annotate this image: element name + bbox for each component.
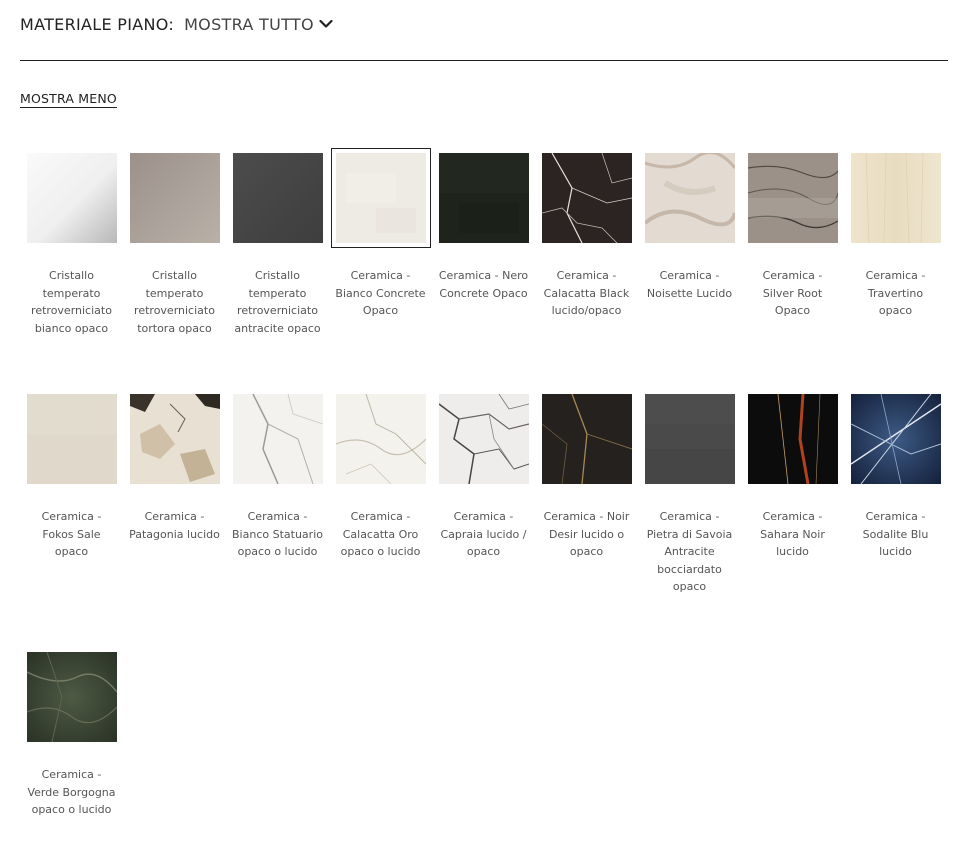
material-card[interactable]: Ceramica - Verde Borgogna opaco o lucido — [20, 645, 123, 855]
material-card[interactable]: Ceramica - Bianco Statuario opaco o luci… — [226, 387, 329, 645]
filter-label: MATERIALE PIANO: — [20, 14, 175, 34]
filter-selected-value: MOSTRA TUTTO — [184, 14, 314, 34]
header-divider — [20, 60, 948, 61]
material-card[interactable]: Ceramica - Pietra di Savoia Antracite bo… — [638, 387, 741, 645]
swatch-frame — [846, 148, 946, 248]
materials-grid: Cristallo temperato retroverniciato bian… — [20, 146, 950, 855]
taupe-glass-swatch — [129, 153, 220, 243]
material-label: Ceramica - Sodalite Blu lucido — [862, 510, 929, 559]
material-label: Ceramica - Verde Borgogna opaco o lucido — [27, 768, 116, 817]
material-label: Cristallo temperato retroverniciato bian… — [31, 269, 112, 335]
pietra-savoia-swatch — [644, 394, 735, 484]
material-label: Cristallo temperato retroverniciato tort… — [134, 269, 215, 335]
material-card[interactable]: Ceramica - Noir Desir lucido o opaco — [535, 387, 638, 645]
swatch-frame — [22, 389, 122, 489]
show-less-link[interactable]: MOSTRA MENO — [20, 91, 117, 108]
swatch-frame — [537, 389, 637, 489]
material-label: Ceramica - Bianco Concrete Opaco — [335, 269, 426, 318]
patagonia-swatch — [129, 394, 220, 484]
swatch-frame — [228, 389, 328, 489]
fokos-sale-swatch — [26, 394, 117, 484]
swatch-frame — [434, 148, 534, 248]
swatch-frame — [846, 389, 946, 489]
material-label: Ceramica - Capraia lucido / opaco — [440, 510, 527, 559]
calacatta-oro-swatch — [335, 394, 426, 484]
material-label: Ceramica - Calacatta Oro opaco o lucido — [340, 510, 421, 559]
swatch-frame — [640, 148, 740, 248]
anthracite-glass-swatch — [232, 153, 323, 243]
silver-root-swatch — [747, 153, 838, 243]
material-card[interactable]: Ceramica - Calacatta Oro opaco o lucido — [329, 387, 432, 645]
calacatta-black-swatch — [541, 153, 632, 243]
sodalite-blu-swatch — [850, 394, 941, 484]
material-label: Ceramica - Silver Root Opaco — [762, 269, 823, 318]
material-filter-page: MATERIALE PIANO: MOSTRA TUTTO MOSTRA MEN… — [0, 0, 970, 862]
material-label: Ceramica - Pietra di Savoia Antracite bo… — [646, 510, 733, 594]
swatch-frame — [640, 389, 740, 489]
material-label: Ceramica - Patagonia lucido — [129, 510, 220, 541]
swatch-frame — [743, 148, 843, 248]
swatch-frame — [125, 389, 225, 489]
material-card[interactable]: Ceramica - Travertino opaco — [844, 146, 947, 387]
sahara-noir-swatch — [747, 394, 838, 484]
swatch-frame — [22, 647, 122, 747]
material-card[interactable]: Ceramica - Calacatta Black lucido/opaco — [535, 146, 638, 387]
material-label: Ceramica - Fokos Sale opaco — [41, 510, 102, 559]
material-label: Ceramica - Calacatta Black lucido/opaco — [543, 269, 630, 318]
material-label: Ceramica - Bianco Statuario opaco o luci… — [232, 510, 323, 559]
material-card[interactable]: Ceramica - Nero Concrete Opaco — [432, 146, 535, 387]
verde-borgogna-swatch — [26, 652, 117, 742]
swatch-frame-selected — [330, 148, 431, 248]
swatch-frame — [434, 389, 534, 489]
swatch-frame — [228, 148, 328, 248]
material-card[interactable]: Ceramica - Fokos Sale opaco — [20, 387, 123, 645]
swatch-frame — [22, 148, 122, 248]
material-card[interactable]: Cristallo temperato retroverniciato bian… — [20, 146, 123, 387]
material-card[interactable]: Ceramica - Noisette Lucido — [638, 146, 741, 387]
filter-dropdown[interactable]: MOSTRA TUTTO — [184, 15, 333, 34]
material-card-selected[interactable]: Ceramica - Bianco Concrete Opaco — [329, 146, 432, 387]
swatch-frame — [331, 389, 431, 489]
material-card[interactable]: Ceramica - Sahara Noir lucido — [741, 387, 844, 645]
material-card[interactable]: Cristallo temperato retroverniciato tort… — [123, 146, 226, 387]
travertino-swatch — [850, 153, 941, 243]
material-label: Ceramica - Sahara Noir lucido — [760, 510, 825, 559]
material-label: Cristallo temperato retroverniciato antr… — [234, 269, 321, 335]
filter-header: MATERIALE PIANO: MOSTRA TUTTO — [20, 12, 333, 36]
noisette-swatch — [644, 153, 735, 243]
material-card[interactable]: Ceramica - Silver Root Opaco — [741, 146, 844, 387]
material-label: Ceramica - Travertino opaco — [865, 269, 926, 318]
material-label: Ceramica - Noir Desir lucido o opaco — [543, 510, 630, 559]
swatch-frame — [125, 148, 225, 248]
white-glass-swatch — [26, 153, 117, 243]
material-card[interactable]: Cristallo temperato retroverniciato antr… — [226, 146, 329, 387]
material-label: Ceramica - Noisette Lucido — [646, 269, 733, 300]
material-card[interactable]: Ceramica - Sodalite Blu lucido — [844, 387, 947, 645]
material-card[interactable]: Ceramica - Patagonia lucido — [123, 387, 226, 645]
black-concrete-swatch — [438, 153, 529, 243]
capraia-swatch — [438, 394, 529, 484]
material-card[interactable]: Ceramica - Capraia lucido / opaco — [432, 387, 535, 645]
material-label: Ceramica - Nero Concrete Opaco — [438, 269, 529, 300]
swatch-frame — [743, 389, 843, 489]
white-concrete-swatch — [335, 153, 426, 243]
noir-desir-swatch — [541, 394, 632, 484]
swatch-frame — [537, 148, 637, 248]
statuario-swatch — [232, 394, 323, 484]
chevron-down-icon — [319, 19, 333, 28]
